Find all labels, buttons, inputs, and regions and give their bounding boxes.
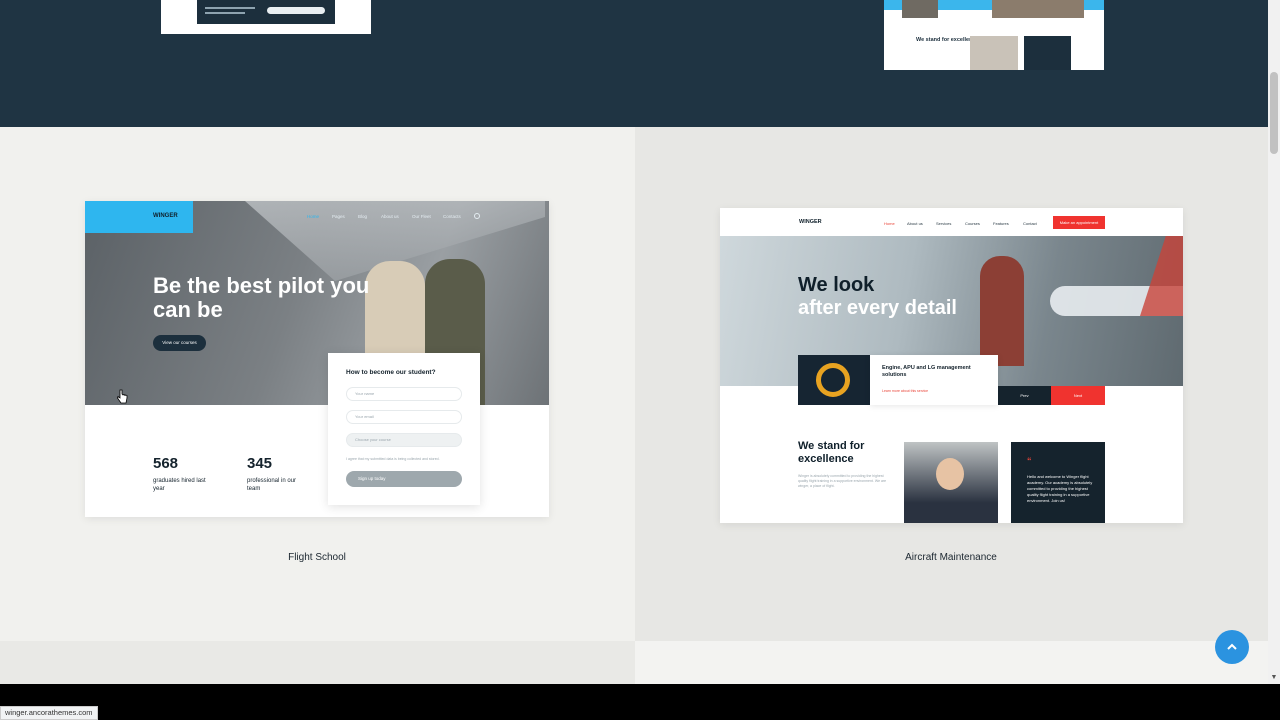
signup-form: How to become our student? Your name You… [328, 353, 480, 505]
browser-bottom-bar [0, 684, 1280, 720]
section-title: We stand for excellence [798, 440, 865, 465]
stat-value: 345 [247, 455, 273, 472]
nav-item-contact: Contact [1023, 221, 1037, 226]
top-left-preview-thumbnail[interactable] [161, 0, 371, 34]
form-title: How to become our student? [346, 369, 436, 376]
nav-item-courses: Courses [965, 221, 980, 226]
pilot-photo [904, 442, 998, 523]
nav-item-services: Services [936, 221, 952, 226]
quote-block [1024, 36, 1071, 70]
email-field: Your email [346, 410, 462, 424]
logo: WINGER [799, 219, 822, 225]
stat-label: graduates hired last year [153, 478, 206, 492]
card-caption-flight-school[interactable]: Flight School [167, 552, 467, 563]
hero-title-line: after every detail [798, 297, 957, 319]
search-icon [474, 213, 480, 219]
nav-item-pages: Pages [332, 214, 345, 219]
section-text: Winger is absolutely committed to provid… [798, 474, 887, 488]
hand-cursor-icon [117, 389, 128, 404]
nav-item-blog: Blog [358, 214, 368, 219]
subscribe-input [267, 7, 325, 14]
scroll-down-arrow-icon[interactable]: ▼ [1268, 672, 1280, 684]
flight-school-preview-thumbnail[interactable]: WINGER Home Pages Blog About us Our Flee… [85, 201, 549, 517]
aircraft-maintenance-preview-thumbnail[interactable]: WINGER Home About us Services Courses Fe… [720, 208, 1183, 523]
top-preview-band: We stand for excellence [0, 0, 1268, 127]
next-button: Next [1051, 386, 1105, 405]
appointment-button: Make an appointment [1053, 216, 1105, 229]
stat-value: 568 [153, 455, 179, 472]
scrollbar-thumb[interactable] [1270, 72, 1278, 154]
next-card-right [635, 641, 1268, 684]
quote-block: “ Hello and welcome to Winger flight aca… [1011, 442, 1105, 523]
nav-item-fleet: Our Fleet [412, 214, 431, 219]
pilot-photo [970, 36, 1018, 70]
nav-item-contacts: Contacts [443, 214, 461, 219]
card-caption-aircraft-maintenance[interactable]: Aircraft Maintenance [801, 552, 1101, 563]
hero-title: Be the best pilot you can be [153, 273, 370, 322]
service-link: Learn more about this service [882, 389, 929, 393]
chevron-up-icon [1227, 643, 1237, 650]
quote-text: Hello and welcome to Winger flight acade… [1027, 474, 1093, 503]
top-right-preview-thumbnail[interactable]: We stand for excellence [884, 0, 1104, 70]
dark-footer-block [197, 0, 335, 24]
consent-checkbox: I agree that my submitted data is being … [346, 457, 440, 461]
status-bar-url: winger.ancorathemes.com [0, 706, 98, 720]
scroll-to-top-button[interactable] [1215, 630, 1249, 664]
logo: WINGER [153, 213, 178, 219]
quote-icon: “ [1027, 456, 1032, 466]
hero-title: We look after every detail [798, 274, 998, 320]
nav-item-home: Home [884, 221, 895, 226]
nav-item-home: Home [307, 214, 320, 219]
course-select: Choose your course [346, 433, 462, 447]
engine-image [798, 355, 870, 405]
next-card-left [0, 641, 635, 684]
name-field: Your name [346, 387, 462, 401]
view-courses-button: View our courses [153, 335, 206, 351]
thumbnail-photo [902, 0, 938, 18]
sign-up-button: Sign up today [346, 471, 462, 487]
nav-item-about: About us [381, 214, 399, 219]
hero-title-line: We look [798, 274, 875, 296]
service-title: Engine, APU and LG management solutions [882, 365, 971, 378]
thumbnail-photo [992, 0, 1084, 18]
service-card: Engine, APU and LG management solutions … [870, 355, 998, 405]
prev-button: Prev [998, 386, 1051, 405]
stat-label: professional in our team [247, 478, 297, 492]
nav-item-about: About us [907, 221, 923, 226]
nav-item-features: Features [993, 221, 1009, 226]
